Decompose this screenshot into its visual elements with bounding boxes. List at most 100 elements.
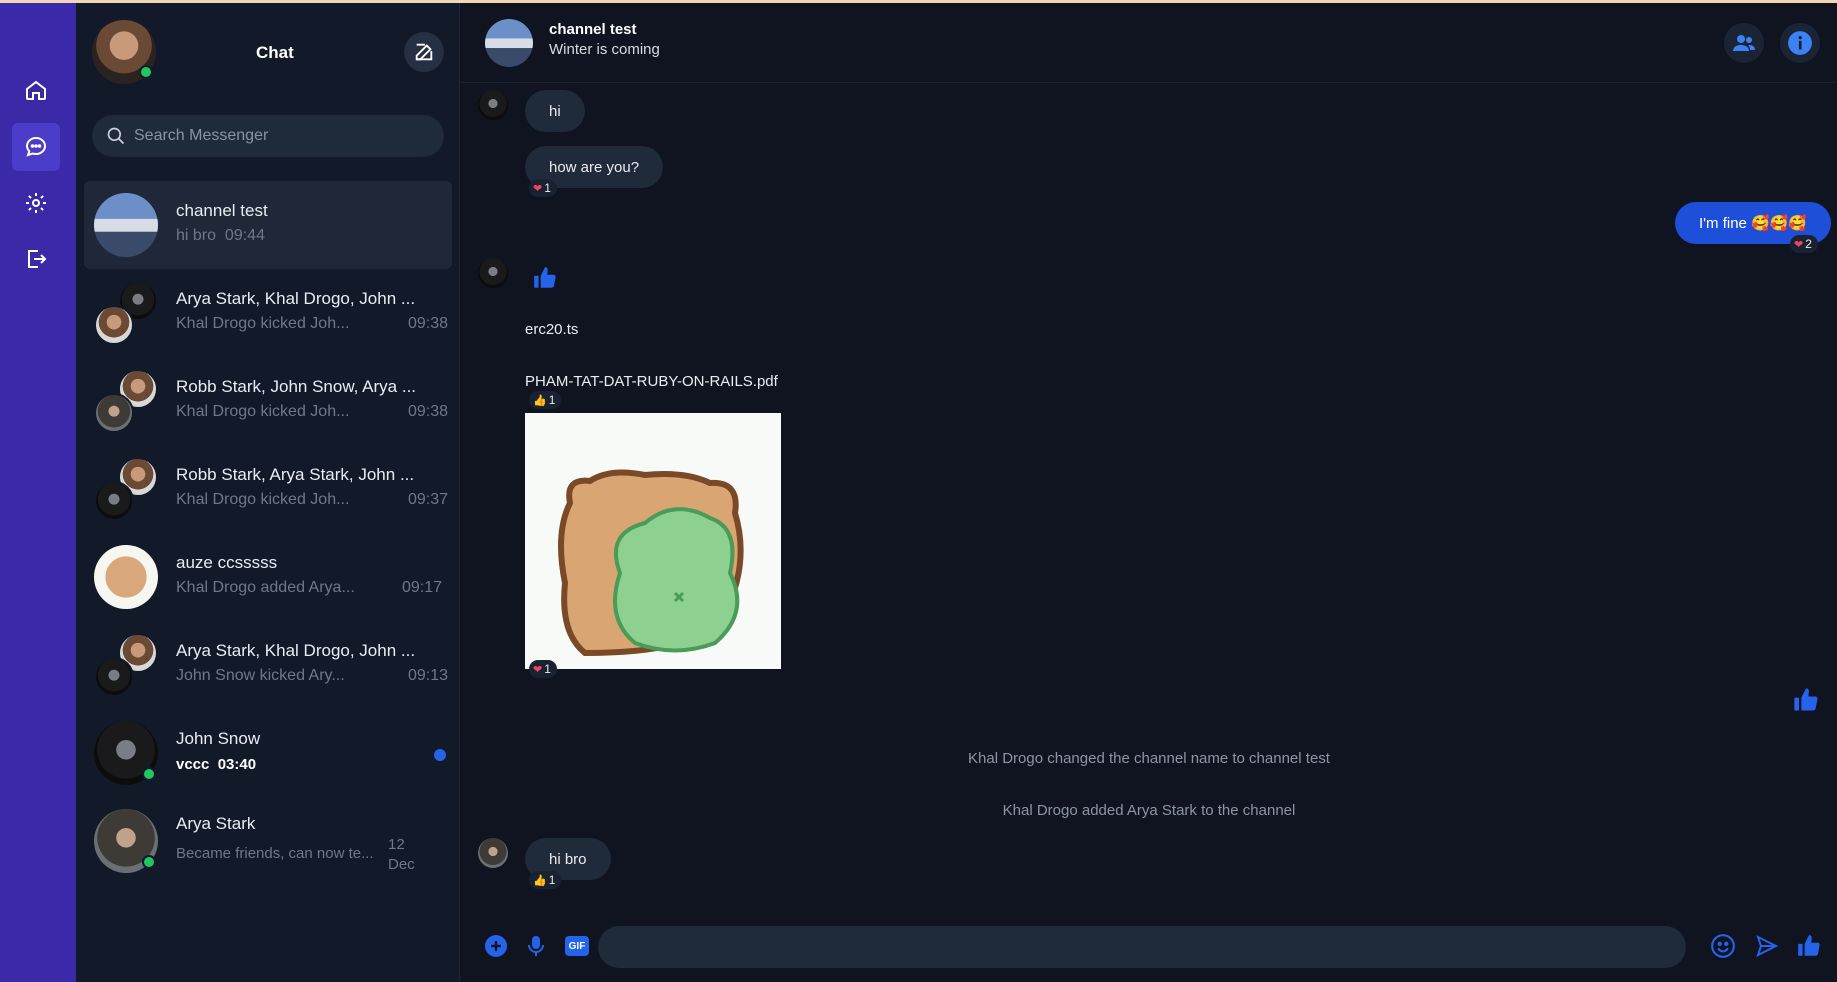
conversation-name: John Snow (176, 729, 261, 748)
conversation-name: auze ccsssss (176, 553, 278, 572)
file-attachment[interactable]: erc20.ts (525, 321, 578, 338)
group-avatar (94, 633, 158, 697)
online-indicator (139, 65, 153, 79)
heart-icon: ❤ (533, 663, 543, 676)
conversation-time: 09:38 (408, 315, 449, 332)
conversation-preview: vccc 03:40 (176, 756, 257, 773)
sender-avatar (478, 90, 508, 120)
conversation-preview: hi bro 09:44 (176, 227, 265, 244)
message-composer: GIF (461, 920, 1837, 972)
microphone-icon (528, 936, 544, 956)
plus-circle-icon (485, 935, 507, 957)
reaction-badge[interactable]: ❤ 1 (529, 179, 557, 197)
conversation-time: 12 Dec (388, 836, 415, 873)
gear-icon (26, 193, 46, 213)
search-input[interactable] (134, 127, 434, 145)
conversation-sidebar: Chat channel test hi bro 09:44 Arya Star… (76, 3, 460, 982)
bear-sticker-image (525, 413, 781, 669)
avatar (94, 193, 158, 257)
conversation-item[interactable]: Arya Stark, Khal Drogo, John ... Khal Dr… (84, 269, 452, 357)
conversation-preview: Khal Drogo kicked Joh... (176, 491, 350, 508)
conversation-preview: Became friends, can now te... (176, 845, 374, 862)
conversation-item[interactable]: Robb Stark, Arya Stark, John ... Khal Dr… (84, 445, 452, 533)
my-like-message[interactable] (1792, 686, 1820, 719)
conversation-preview: John Snow kicked Ary... (176, 667, 345, 684)
conversation-name: Arya Stark (176, 814, 256, 833)
quick-like-button[interactable] (1795, 932, 1823, 960)
conversation-name: Arya Stark, Khal Drogo, John ... (176, 289, 416, 308)
conversation-time: 09:17 (402, 579, 443, 596)
online-indicator (142, 855, 156, 869)
sidebar-title: Chat (256, 43, 294, 62)
file-attachment[interactable]: PHAM-TAT-DAT-RUBY-ON-RAILS.pdf (525, 373, 778, 390)
message-input[interactable] (598, 926, 1686, 968)
emoji-button[interactable] (1709, 932, 1737, 960)
system-message: Khal Drogo changed the channel name to c… (968, 750, 1330, 767)
channel-avatar[interactable] (485, 19, 533, 67)
nav-home-button[interactable] (12, 66, 60, 114)
sender-avatar (478, 258, 508, 288)
nav-rail (0, 3, 76, 982)
group-avatar (94, 281, 158, 345)
home-icon (26, 80, 46, 100)
reaction-badge[interactable]: ❤ 1 (529, 660, 557, 678)
avatar (94, 545, 158, 609)
conversation-item[interactable]: auze ccsssss Khal Drogo added Arya... 09… (84, 533, 452, 621)
thumbs-up-icon (1794, 688, 1818, 711)
chat-icon (25, 136, 47, 157)
channel-status: Winter is coming (549, 41, 660, 58)
conversation-name: Arya Stark, Khal Drogo, John ... (176, 641, 416, 660)
voice-message-button[interactable] (522, 932, 550, 960)
conversation-item[interactable]: channel test hi bro 09:44 (84, 181, 452, 269)
group-avatar (94, 369, 158, 433)
search-icon (107, 127, 125, 145)
conversation-item[interactable]: John Snow vccc 03:40 (84, 709, 452, 797)
search-box (92, 115, 444, 157)
message-bubble[interactable]: hi (525, 90, 585, 132)
conversation-time: 09:13 (408, 667, 449, 684)
compose-icon (415, 43, 433, 61)
send-button[interactable] (1753, 932, 1781, 960)
conversation-name: channel test (176, 201, 268, 220)
reaction-badge[interactable]: ❤ 2 (1790, 235, 1818, 253)
emoji-icon (1711, 934, 1735, 958)
gif-button[interactable]: GIF (565, 936, 589, 956)
heart-icon: ❤ (1794, 238, 1804, 251)
channel-name: channel test (549, 21, 637, 38)
members-button[interactable] (1724, 23, 1764, 63)
info-icon (1788, 31, 1812, 55)
chat-header: channel test Winter is coming (461, 3, 1837, 83)
conversation-time: 09:37 (408, 491, 449, 508)
new-message-button[interactable] (404, 32, 444, 72)
conversation-item[interactable]: Arya Stark Became friends, can now te...… (84, 797, 452, 885)
users-icon (1733, 35, 1755, 51)
bear-sticker[interactable] (525, 413, 781, 669)
conversation-name: Robb Stark, Arya Stark, John ... (176, 465, 415, 484)
conversation-preview: Khal Drogo added Arya... (176, 579, 355, 596)
thumbs-up-icon (1798, 935, 1820, 956)
group-avatar (94, 457, 158, 521)
thumbs-up-icon: 👍 (533, 874, 547, 887)
reaction-badge[interactable]: 👍 1 (529, 391, 562, 409)
like-message[interactable] (532, 265, 558, 296)
system-message: Khal Drogo added Arya Stark to the chann… (1002, 802, 1296, 819)
add-attachment-button[interactable] (482, 932, 510, 960)
nav-chat-button[interactable] (12, 123, 60, 171)
conversation-item[interactable]: Arya Stark, Khal Drogo, John ... John Sn… (84, 621, 452, 709)
logout-icon (28, 250, 47, 268)
unread-indicator (434, 749, 446, 761)
send-icon (1756, 935, 1779, 957)
thumbs-up-icon (534, 267, 556, 288)
conversation-name: Robb Stark, John Snow, Arya ... (176, 377, 417, 396)
online-indicator (142, 767, 156, 781)
heart-icon: ❤ (533, 182, 543, 195)
conversation-item[interactable]: Robb Stark, John Snow, Arya ... Khal Dro… (84, 357, 452, 445)
thumbs-up-icon: 👍 (533, 394, 547, 407)
nav-logout-button[interactable] (12, 235, 60, 283)
info-button[interactable] (1780, 23, 1820, 63)
nav-settings-button[interactable] (12, 179, 60, 227)
conversation-preview: Khal Drogo kicked Joh... (176, 403, 350, 420)
conversation-time: 09:38 (408, 403, 449, 420)
conversation-preview: Khal Drogo kicked Joh... (176, 315, 350, 332)
reaction-badge[interactable]: 👍 1 (529, 871, 562, 889)
